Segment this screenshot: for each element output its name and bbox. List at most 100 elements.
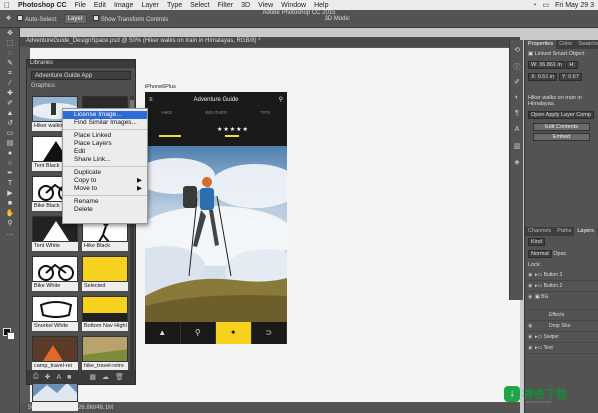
menu-item-delete[interactable]: Delete: [63, 206, 147, 214]
menu-filter[interactable]: Filter: [218, 2, 234, 9]
menu-edit[interactable]: Edit: [94, 2, 106, 9]
menu-layer[interactable]: Layer: [141, 2, 159, 9]
background-color[interactable]: [7, 332, 15, 340]
visibility-eye-icon[interactable]: ◉: [528, 281, 535, 291]
marquee-tool-icon[interactable]: ⬚: [3, 39, 17, 48]
cloud-icon[interactable]: ☁: [102, 373, 109, 381]
document-tab[interactable]: AdventureGuide_DesignSpace.psd @ 50% (Hi…: [20, 37, 520, 47]
more-tools-icon[interactable]: …: [3, 229, 17, 238]
libraries-header[interactable]: Libraries: [27, 60, 135, 68]
brush-tool-icon[interactable]: ✐: [3, 99, 17, 108]
visibility-eye-icon[interactable]: ◉: [528, 343, 535, 353]
pen-tool-icon[interactable]: ✒: [3, 169, 17, 178]
type-tool-icon[interactable]: T: [3, 179, 17, 188]
kind-filter[interactable]: Kind: [528, 238, 546, 246]
adobe-stock-icon[interactable]: ⎙: [33, 373, 39, 381]
paragraph-icon[interactable]: ¶: [512, 110, 522, 120]
menu-select[interactable]: Select: [190, 2, 209, 9]
menu-item-edit[interactable]: Edit: [63, 148, 147, 156]
menu-item-place-layers[interactable]: Place Layers: [63, 140, 147, 148]
menu-item-copy-to[interactable]: Copy to ▶: [63, 177, 147, 185]
artboard-iphone[interactable]: ≡ Adventure Guide ⚲ HIKE WEATHER TIPS ★★…: [145, 92, 287, 344]
y-field[interactable]: Y: 0.67: [558, 73, 582, 81]
embed-button[interactable]: Embed: [533, 133, 590, 141]
menu-item-duplicate[interactable]: Duplicate: [63, 169, 147, 177]
healing-brush-icon[interactable]: ✚: [3, 89, 17, 98]
stamp-tool-icon[interactable]: ▲: [3, 109, 17, 118]
menu-item-find-similar[interactable]: Find Similar Images...: [63, 119, 147, 127]
library-item[interactable]: Bottom Nav Highl: [82, 296, 128, 331]
history-brush-icon[interactable]: ↺: [3, 119, 17, 128]
layer-effects-row[interactable]: Effects: [525, 310, 598, 321]
gradient-tool-icon[interactable]: ▤: [3, 139, 17, 148]
menu-window[interactable]: Window: [281, 2, 306, 9]
menu-item-license-image[interactable]: License Image...: [63, 111, 147, 119]
menu-image[interactable]: Image: [114, 2, 133, 9]
adjustments-icon[interactable]: ◐: [512, 94, 522, 104]
tab-swatches[interactable]: Swatches: [575, 40, 598, 49]
layer-row[interactable]: ◉ ▸▭ Swiper: [525, 332, 598, 343]
transform-controls-checkbox[interactable]: Show Transform Controls: [92, 14, 168, 23]
library-item[interactable]: hike_travel-retro: [82, 336, 128, 371]
grid-view-icon[interactable]: ▦: [89, 373, 96, 381]
history-icon[interactable]: ⟲: [512, 46, 522, 56]
x-field[interactable]: X: 0.51 in: [528, 73, 558, 81]
quick-select-icon[interactable]: ✎: [3, 59, 17, 68]
edit-contents-button[interactable]: Edit Contents: [533, 123, 590, 131]
menu-view[interactable]: View: [258, 2, 273, 9]
tab-layers[interactable]: Layers: [574, 227, 597, 236]
wifi-icon[interactable]: ◔: [532, 2, 536, 9]
crop-tool-icon[interactable]: ⌗: [3, 69, 17, 78]
lasso-tool-icon[interactable]: ◌: [3, 49, 17, 58]
color-swatch-icon[interactable]: ■: [67, 374, 71, 381]
library-item[interactable]: camp_travel-rei: [32, 336, 78, 371]
visibility-eye-icon[interactable]: ◉: [528, 321, 535, 331]
menu-help[interactable]: Help: [314, 2, 328, 9]
apple-icon[interactable]: : [4, 1, 10, 10]
move-tool-icon[interactable]: ✥: [3, 29, 17, 38]
tab-properties[interactable]: Properties: [525, 40, 557, 49]
artboard-label[interactable]: iPhone6Plus: [145, 84, 176, 90]
shape-tool-icon[interactable]: ■: [3, 199, 17, 208]
library-dropdown[interactable]: Adventure Guide App: [31, 71, 131, 80]
path-select-icon[interactable]: ▶: [3, 189, 17, 198]
hand-tool-icon[interactable]: ✋: [3, 209, 17, 218]
trash-icon[interactable]: 🗑: [115, 373, 124, 381]
menu-3d[interactable]: 3D: [241, 2, 250, 9]
layer-row[interactable]: ◉ ▸▭ Button 2: [525, 281, 598, 292]
visibility-eye-icon[interactable]: ◉: [528, 292, 535, 303]
auto-select-target[interactable]: Layer: [63, 13, 87, 24]
styles-icon[interactable]: ◈: [512, 158, 522, 168]
character-icon[interactable]: A: [512, 126, 522, 136]
layer-row[interactable]: ◉ ▸▭ Button 3: [525, 270, 598, 281]
blur-tool-icon[interactable]: ●: [3, 149, 17, 158]
library-item[interactable]: Selected: [82, 256, 128, 291]
width-field[interactable]: W: 36.861 in: [528, 61, 565, 69]
menu-item-rename[interactable]: Rename: [63, 198, 147, 206]
visibility-eye-icon[interactable]: ◉: [528, 270, 535, 280]
menu-type[interactable]: Type: [167, 2, 182, 9]
eraser-icon[interactable]: ▭: [3, 129, 17, 138]
clock[interactable]: Fri May 29 3: [555, 2, 594, 9]
app-menu[interactable]: Photoshop CC: [18, 2, 67, 9]
eyedropper-icon[interactable]: ⁄: [3, 79, 17, 88]
battery-icon[interactable]: ▭: [542, 1, 549, 9]
layer-effect-item[interactable]: ◉ Drop Sha: [525, 321, 598, 332]
height-field[interactable]: H:: [566, 61, 578, 69]
tab-paths[interactable]: Paths: [554, 227, 574, 236]
move-tool-icon[interactable]: ✥: [6, 15, 11, 22]
libraries-icon[interactable]: ▥: [512, 142, 522, 152]
tab-channels[interactable]: Channels: [525, 227, 554, 236]
tab-color[interactable]: Color: [556, 40, 575, 49]
library-item[interactable]: Snorkel White: [32, 296, 78, 331]
add-content-icon[interactable]: ✚: [45, 373, 51, 381]
layer-row[interactable]: ◉ ▸▭ Text: [525, 343, 598, 354]
layer-row[interactable]: ◉ ▣ BG: [525, 292, 598, 310]
text-style-icon[interactable]: A: [56, 374, 61, 381]
dodge-tool-icon[interactable]: ○: [3, 159, 17, 168]
auto-select-checkbox[interactable]: Auto-Select:: [17, 14, 58, 23]
menu-item-share-link[interactable]: Share Link...: [63, 156, 147, 164]
library-item[interactable]: Bike White: [32, 256, 78, 291]
brush-preset-icon[interactable]: ✐: [512, 78, 522, 88]
blend-mode-select[interactable]: Normal: [528, 250, 552, 258]
